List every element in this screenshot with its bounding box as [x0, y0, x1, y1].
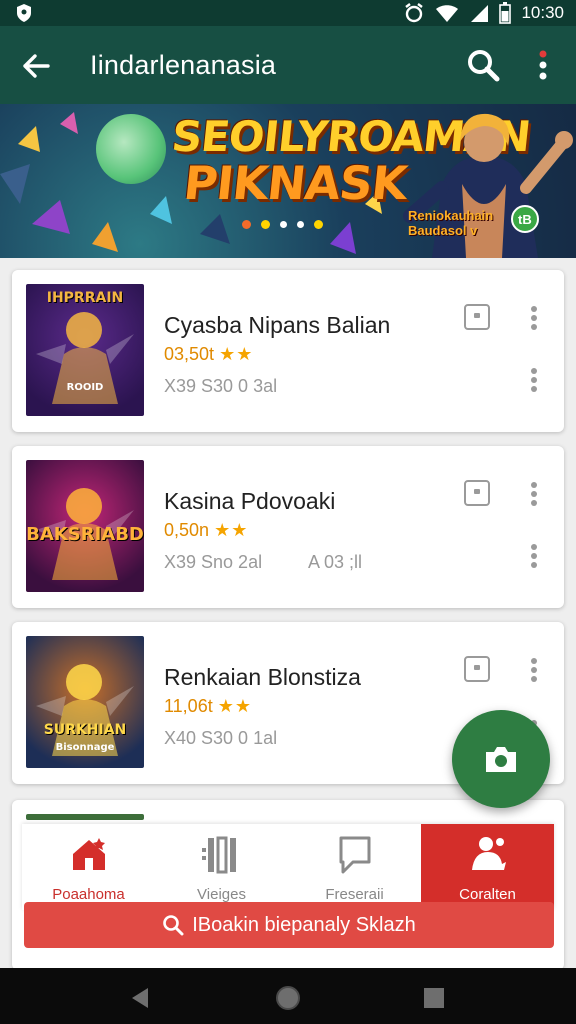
library-icon: [201, 836, 236, 874]
more-vert-icon[interactable]: [524, 656, 544, 684]
bookmark-icon[interactable]: [464, 480, 490, 506]
thumbnail-subtitle: Bisonnage: [55, 742, 115, 753]
banner-title-line2: PIKNASK: [181, 156, 410, 210]
app-name: Kasina Pdovoaki: [164, 488, 336, 514]
hero-caption: Reniokauhain Baudasol v: [408, 208, 493, 238]
more-vert-icon[interactable]: [524, 304, 544, 332]
shield-icon: [17, 4, 31, 22]
search-button[interactable]: IBoakin biepanaly Sklazh: [24, 902, 554, 948]
camera-fab-button[interactable]: [452, 710, 550, 808]
arrow-left-icon[interactable]: [18, 48, 54, 84]
app-name: Cyasba Nipans Balian: [164, 312, 391, 338]
back-triangle-icon[interactable]: [128, 986, 152, 1010]
nav-item-home[interactable]: Poaahoma: [22, 824, 155, 910]
app-thumbnail[interactable]: BAKSRIABD: [26, 460, 144, 592]
indicator-dot: [242, 220, 251, 229]
rating-value: 0,50n: [164, 520, 210, 540]
status-bar: 10:30: [0, 0, 576, 26]
app-rating: 11,06t ★★: [164, 696, 252, 717]
app-thumbnail[interactable]: IHPRRAIN ROOID: [26, 284, 144, 416]
profile-icon: [471, 837, 506, 870]
app-thumbnail: [26, 814, 144, 820]
bookmark-icon[interactable]: [464, 304, 490, 330]
indicator-dot: [297, 221, 304, 228]
app-meta-secondary: A 03 ;ll: [308, 552, 363, 572]
home-icon: [72, 838, 105, 870]
indicator-dot: [314, 220, 323, 229]
alarm-icon: [405, 3, 424, 23]
nav-item-profile[interactable]: Coralten: [421, 824, 554, 910]
app-thumbnail[interactable]: SURKHIAN Bisonnage: [26, 636, 144, 768]
nav-label: Poaahoma: [52, 886, 125, 903]
home-circle-icon[interactable]: [274, 984, 302, 1012]
nav-item-library[interactable]: Vieiges: [155, 824, 288, 910]
more-vert-icon[interactable]: [532, 46, 554, 84]
app-rating: 03,50t ★★: [164, 344, 253, 365]
bookmark-icon[interactable]: [464, 656, 490, 682]
app-meta: X39 Sno 2al: [164, 552, 263, 572]
banner-indicator: [242, 220, 323, 229]
search-label: IBoakin biepanaly Sklazh: [192, 913, 416, 936]
nav-item-messages[interactable]: Freseraii: [288, 824, 421, 910]
rating-stars: ★★: [217, 696, 253, 716]
nav-label: Coralten: [459, 886, 516, 903]
svg-text:tB: tB: [518, 212, 532, 227]
thumbnail-title: BAKSRIABD: [26, 524, 144, 545]
clock-time: 10:30: [521, 3, 564, 22]
battery-icon: [499, 2, 512, 24]
app-rating: 0,50n ★★: [164, 520, 248, 541]
rating-value: 11,06t: [164, 696, 213, 716]
more-vert-icon[interactable]: [524, 366, 544, 394]
app-meta: X40 S30 0 1al: [164, 728, 278, 748]
search-icon: [163, 915, 184, 936]
page-title: Iindarlenanasia: [90, 50, 277, 80]
recents-square-icon[interactable]: [422, 986, 446, 1010]
app-name: Renkaian Blonstiza: [164, 664, 361, 690]
system-navigation-bar: [0, 968, 576, 1024]
indicator-dot: [280, 221, 287, 228]
nav-label: Freseraii: [325, 886, 384, 903]
bottom-navigation: Poaahoma Vieiges Freseraii Coralten: [22, 824, 554, 910]
app-bar: Iindarlenanasia: [0, 26, 576, 104]
app-meta: X39 S30 0 3al: [164, 376, 278, 396]
hero-caption-line1: Reniokauhain: [408, 208, 494, 223]
rating-stars: ★★: [219, 344, 254, 364]
signal-icon: [471, 5, 489, 22]
thumbnail-title: SURKHIAN: [43, 722, 127, 738]
camera-icon: [486, 747, 516, 772]
thumbnail-subtitle: ROOID: [66, 382, 104, 393]
nav-label: Vieiges: [197, 886, 246, 903]
wifi-icon: [436, 5, 459, 22]
search-icon[interactable]: [464, 46, 502, 84]
list-item[interactable]: BAKSRIABD Kasina Pdovoaki 0,50n ★★ X39 S…: [12, 446, 564, 608]
thumbnail-title: IHPRRAIN: [46, 290, 124, 306]
app-badge-icon: tB: [511, 205, 539, 233]
hero-caption-line2: Baudasol v: [408, 223, 478, 238]
rating-stars: ★★: [214, 520, 249, 540]
chat-bubble-icon: [339, 836, 370, 874]
featured-banner[interactable]: SEOILYROAMAN PIKNASK Reniokauhain Baudas…: [0, 104, 576, 258]
list-item[interactable]: IHPRRAIN ROOID Cyasba Nipans Balian 03,5…: [12, 270, 564, 432]
indicator-dot: [261, 220, 270, 229]
rating-value: 03,50t: [164, 344, 215, 364]
more-vert-icon[interactable]: [524, 542, 544, 570]
more-vert-icon[interactable]: [524, 480, 544, 508]
